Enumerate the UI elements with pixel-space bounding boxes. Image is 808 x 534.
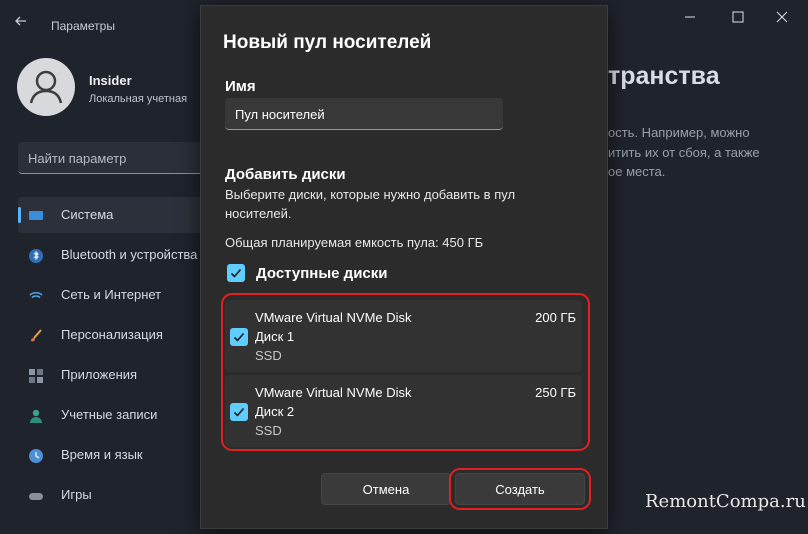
minimize-icon[interactable] — [670, 6, 710, 28]
disk-type: SSD — [255, 423, 282, 438]
disk-name: VMware Virtual NVMe Disk — [255, 385, 412, 400]
sidebar-item-system[interactable]: Система — [18, 197, 218, 233]
disk-label: Диск 1 — [255, 329, 295, 344]
pool-name-input[interactable]: Пул носителей — [225, 98, 503, 130]
sidebar-item-accounts[interactable]: Учетные записи — [18, 397, 218, 433]
disk-2-checkbox[interactable] — [230, 403, 248, 421]
page-title: транства — [608, 62, 720, 90]
user-avatar-icon — [29, 70, 63, 104]
back-arrow-icon[interactable] — [14, 14, 28, 28]
pool-capacity-text: Общая планируемая емкость пула: 450 ГБ — [225, 235, 484, 250]
page-description-line: итить их от сбоя, а также — [608, 145, 760, 160]
sidebar-item-network[interactable]: Сеть и Интернет — [18, 277, 218, 313]
add-disks-hint: Выберите диски, которые нужно добавить в… — [225, 187, 516, 221]
disk-size: 200 ГБ — [535, 310, 576, 325]
disk-1-checkbox[interactable] — [230, 328, 248, 346]
sidebar-item-gaming[interactable]: Игры — [18, 477, 218, 513]
disk-list: VMware Virtual NVMe Disk Диск 1 SSD 200 … — [221, 293, 590, 451]
sidebar-item-label: Учетные записи — [61, 407, 158, 422]
sidebar-item-label: Сеть и Интернет — [61, 287, 162, 302]
brush-icon — [31, 329, 42, 342]
close-icon[interactable] — [762, 6, 802, 28]
disk-name: VMware Virtual NVMe Disk — [255, 310, 412, 325]
sidebar-item-label: Bluetooth и устройства — [61, 247, 198, 262]
create-button[interactable]: Создать — [455, 473, 585, 505]
checkmark-icon — [230, 268, 242, 278]
disk-row-2[interactable]: VMware Virtual NVMe Disk Диск 2 SSD 250 … — [225, 375, 582, 447]
pool-name-value: Пул носителей — [235, 107, 325, 122]
apps-icon — [29, 369, 43, 383]
name-label: Имя — [225, 78, 256, 95]
sidebar-item-label: Игры — [61, 487, 92, 502]
sidebar-item-label: Система — [61, 207, 114, 222]
create-button-highlight: Создать — [449, 468, 591, 510]
sidebar-item-personalization[interactable]: Персонализация — [18, 317, 218, 353]
sidebar-item-bluetooth[interactable]: Bluetooth и устройства — [18, 237, 218, 273]
sidebar-item-apps[interactable]: Приложения — [18, 357, 218, 393]
disk-type: SSD — [255, 348, 282, 363]
monitor-icon — [29, 211, 43, 220]
disk-label: Диск 2 — [255, 404, 295, 419]
add-disks-heading: Добавить диски — [225, 166, 346, 183]
gamepad-icon — [29, 493, 43, 500]
bluetooth-icon — [29, 249, 43, 263]
watermark: RemontCompa.ru — [645, 491, 806, 512]
available-disks-label: Доступные диски — [256, 265, 388, 282]
checkmark-icon — [233, 332, 245, 342]
sidebar-item-label: Приложения — [61, 367, 138, 382]
sidebar-item-label: Персонализация — [61, 327, 163, 342]
maximize-icon[interactable] — [718, 6, 758, 28]
cancel-button[interactable]: Отмена — [321, 473, 451, 505]
globe-clock-icon — [29, 449, 43, 463]
wifi-icon — [29, 291, 43, 299]
page-description-line: ость. Например, можно — [608, 125, 750, 140]
checkmark-icon — [233, 407, 245, 417]
disk-size: 250 ГБ — [535, 385, 576, 400]
page-description-line: ое места. — [608, 164, 666, 179]
new-storage-pool-dialog: Новый пул носителей Имя Пул носителей До… — [200, 5, 608, 529]
sidebar-item-label: Время и язык — [61, 447, 143, 462]
person-icon — [30, 409, 42, 423]
user-name: Insider — [89, 73, 132, 88]
dialog-title: Новый пул носителей — [223, 32, 432, 53]
disk-row-1[interactable]: VMware Virtual NVMe Disk Диск 1 SSD 200 … — [225, 300, 582, 372]
search-input[interactable]: Найти параметр — [18, 142, 218, 174]
available-disks-checkbox[interactable] — [227, 264, 245, 282]
avatar[interactable] — [17, 58, 75, 116]
app-title: Параметры — [51, 19, 115, 33]
sidebar-item-time-language[interactable]: Время и язык — [18, 437, 218, 473]
user-account-type: Локальная учетная — [89, 93, 188, 105]
search-placeholder: Найти параметр — [28, 151, 127, 166]
